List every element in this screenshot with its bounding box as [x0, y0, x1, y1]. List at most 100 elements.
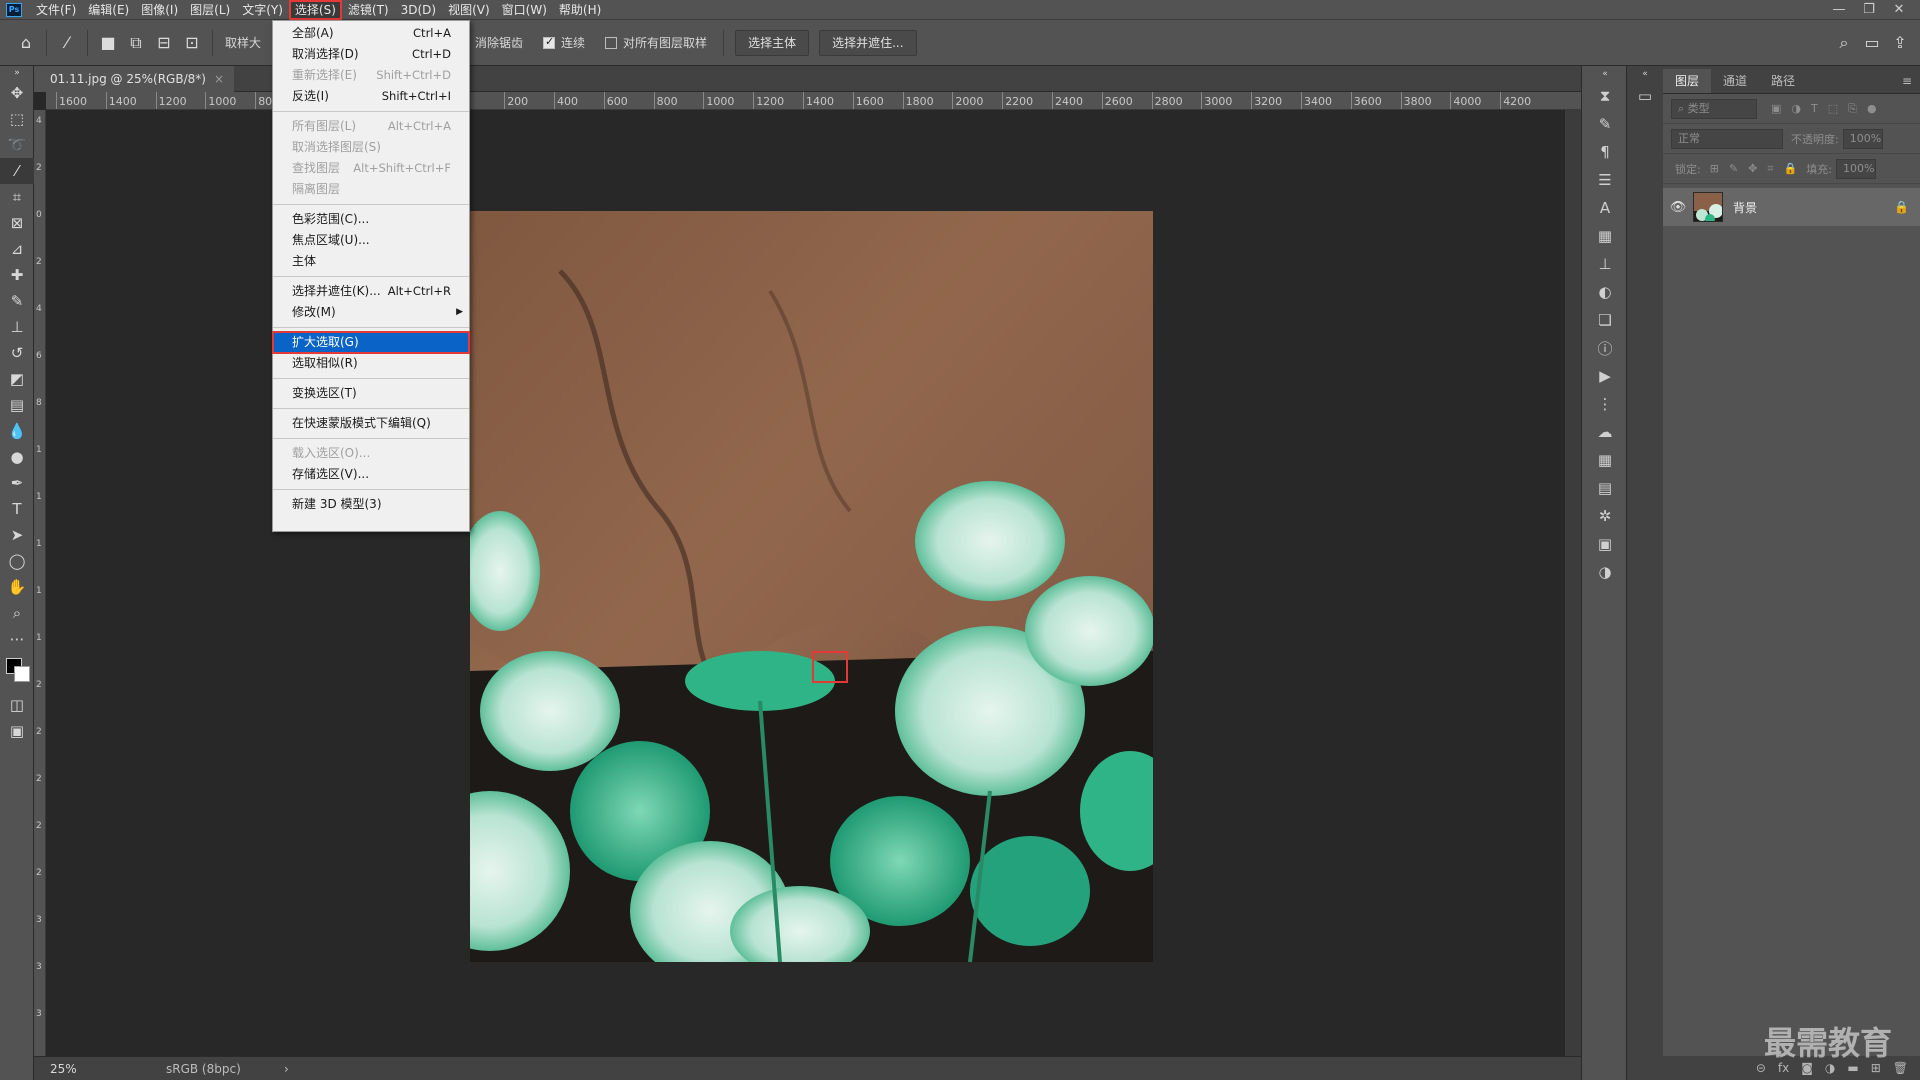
blend-mode-select[interactable]: 正常: [1671, 128, 1783, 149]
blur-tool-icon[interactable]: 💧: [0, 418, 34, 444]
filter-type-select[interactable]: ⌕ 类型: [1671, 98, 1757, 119]
status-arrow-icon[interactable]: ›: [284, 1062, 289, 1076]
collapse-icon[interactable]: «: [1582, 66, 1628, 82]
select-menu-item[interactable]: 反选(I) Shift+Ctrl+I: [273, 86, 469, 107]
menu-9[interactable]: 窗口(W): [496, 0, 553, 20]
select-menu-item[interactable]: 焦点区域(U)...: [273, 230, 469, 251]
collapse-icon[interactable]: «: [1627, 66, 1663, 82]
ellipse-tool-icon[interactable]: ◯: [0, 548, 34, 574]
measurement-icon[interactable]: ▣: [1582, 530, 1628, 558]
history-icon[interactable]: ⧗: [1582, 82, 1628, 110]
zoom-level[interactable]: 25%: [34, 1062, 94, 1076]
actions-icon[interactable]: ▶: [1582, 362, 1628, 390]
path-selection-tool-icon[interactable]: ➤: [0, 522, 34, 548]
filter-adjustment-icon[interactable]: ◑: [1791, 102, 1801, 115]
tool-presets-icon[interactable]: ⋮: [1582, 390, 1628, 418]
contiguous-checkbox[interactable]: 连续: [543, 34, 585, 51]
select-menu-item[interactable]: 新建 3D 模型(3): [273, 494, 469, 515]
adjustments-icon[interactable]: ◑: [1582, 558, 1628, 586]
libraries-icon[interactable]: ▦: [1582, 222, 1628, 250]
eyedropper-tool-icon[interactable]: ⊿: [0, 236, 34, 262]
gradient-tool-icon[interactable]: ▤: [0, 392, 34, 418]
tab-layers[interactable]: 图层: [1663, 69, 1712, 93]
document-image[interactable]: [470, 211, 1153, 962]
close-button[interactable]: ✕: [1884, 0, 1914, 20]
color-icon[interactable]: ☁: [1582, 418, 1628, 446]
menu-6[interactable]: 滤镜(T): [342, 0, 395, 20]
notes-icon[interactable]: ▤: [1582, 474, 1628, 502]
document-tab[interactable]: 01.11.jpg @ 25%(RGB/8*) ×: [34, 66, 235, 92]
menu-3[interactable]: 图层(L): [184, 0, 236, 20]
lock-all-icon[interactable]: 🔒: [1784, 162, 1798, 175]
character-icon[interactable]: A: [1582, 194, 1628, 222]
menu-1[interactable]: 编辑(E): [82, 0, 135, 20]
lock-artboard-icon[interactable]: ⌗: [1767, 162, 1773, 176]
layer-row[interactable]: 👁 背景 🔒: [1663, 188, 1920, 226]
more-tools-icon[interactable]: ⋯: [0, 626, 34, 652]
opacity-input[interactable]: 100%: [1842, 128, 1883, 149]
menu-4[interactable]: 文字(Y): [236, 0, 289, 20]
select-menu-item[interactable]: 存储选区(V)...: [273, 464, 469, 485]
lasso-tool-icon[interactable]: ➰: [0, 132, 34, 158]
background-color-swatch[interactable]: [14, 666, 30, 682]
move-tool-icon[interactable]: ✥: [0, 80, 34, 106]
lock-image-icon[interactable]: ✎: [1729, 162, 1738, 175]
menu-2[interactable]: 图像(I): [135, 0, 184, 20]
crop-tool-icon[interactable]: ⌗: [0, 184, 34, 210]
select-menu-item[interactable]: 取消选择(D) Ctrl+D: [273, 44, 469, 65]
subtract-from-selection-icon[interactable]: ⊟: [150, 29, 178, 57]
select-menu-item[interactable]: 主体: [273, 251, 469, 272]
panel-menu-icon[interactable]: ≡: [1902, 69, 1920, 93]
select-menu-item[interactable]: 色彩范围(C)...: [273, 209, 469, 230]
magic-wand-tool-icon[interactable]: ⁄: [0, 158, 34, 184]
swatches-icon[interactable]: ◐: [1582, 278, 1628, 306]
pen-tool-icon[interactable]: ✒: [0, 470, 34, 496]
channels-icon[interactable]: ❏: [1582, 306, 1628, 334]
navigator-icon[interactable]: ▭: [1627, 82, 1663, 110]
select-and-mask-button[interactable]: 选择并遮住...: [819, 29, 917, 56]
menu-0[interactable]: 文件(F): [30, 0, 82, 20]
zoom-tool-icon[interactable]: ⌕: [0, 600, 34, 626]
marquee-tool-icon[interactable]: ⬚: [0, 106, 34, 132]
minimize-button[interactable]: —: [1824, 0, 1854, 20]
paragraph-icon[interactable]: ¶: [1582, 138, 1628, 166]
add-to-selection-icon[interactable]: ⧉: [122, 29, 150, 57]
magic-wand-tool-preset-icon[interactable]: ⁄: [53, 29, 81, 57]
table-icon[interactable]: ▦: [1582, 446, 1628, 474]
filter-toggle-icon[interactable]: ●: [1867, 102, 1877, 115]
layer-name[interactable]: 背景: [1733, 199, 1894, 216]
delete-layer-icon[interactable]: 🗑: [1893, 1061, 1908, 1075]
frame-tool-icon[interactable]: ⊠: [0, 210, 34, 236]
3d-icon[interactable]: ✲: [1582, 502, 1628, 530]
tab-paths[interactable]: 路径: [1759, 69, 1807, 93]
clone-source-icon[interactable]: ⊥: [1582, 250, 1628, 278]
quick-mask-icon[interactable]: ◫: [0, 692, 34, 718]
select-menu-item[interactable]: 在快速蒙版模式下编辑(Q): [273, 413, 469, 434]
vertical-scrollbar[interactable]: [1565, 110, 1581, 1056]
healing-brush-tool-icon[interactable]: ✚: [0, 262, 34, 288]
filter-smart-object-icon[interactable]: ⎘: [1848, 102, 1857, 116]
lock-transparent-icon[interactable]: ⊞: [1710, 162, 1719, 175]
history-brush-tool-icon[interactable]: ↺: [0, 340, 34, 366]
workspace-icon[interactable]: ▭: [1858, 29, 1886, 57]
menu-7[interactable]: 3D(D): [395, 0, 442, 20]
filter-shape-icon[interactable]: ⬚: [1828, 102, 1838, 115]
clone-stamp-tool-icon[interactable]: ⊥: [0, 314, 34, 340]
select-menu-item[interactable]: 选择并遮住(K)... Alt+Ctrl+R: [273, 281, 469, 302]
intersect-selection-icon[interactable]: ⊡: [178, 29, 206, 57]
home-icon[interactable]: ⌂: [12, 29, 40, 57]
screen-mode-icon[interactable]: ▣: [0, 718, 34, 744]
select-subject-button[interactable]: 选择主体: [735, 29, 810, 56]
select-menu-item[interactable]: 扩大选取(G): [272, 331, 470, 354]
fill-input[interactable]: 100%: [1836, 158, 1876, 179]
select-menu-item[interactable]: 修改(M) ▶: [273, 302, 469, 323]
brush-tool-icon[interactable]: ✎: [0, 288, 34, 314]
color-swatches[interactable]: [0, 652, 33, 692]
menu-8[interactable]: 视图(V): [442, 0, 496, 20]
search-icon[interactable]: ⌕: [1830, 29, 1858, 57]
collapse-icon[interactable]: »: [0, 66, 34, 80]
info-icon[interactable]: ⓘ: [1582, 334, 1628, 362]
menu-5[interactable]: 选择(S): [288, 0, 342, 20]
filter-type-icon[interactable]: T: [1811, 102, 1818, 115]
brush-settings-icon[interactable]: ✎: [1582, 110, 1628, 138]
